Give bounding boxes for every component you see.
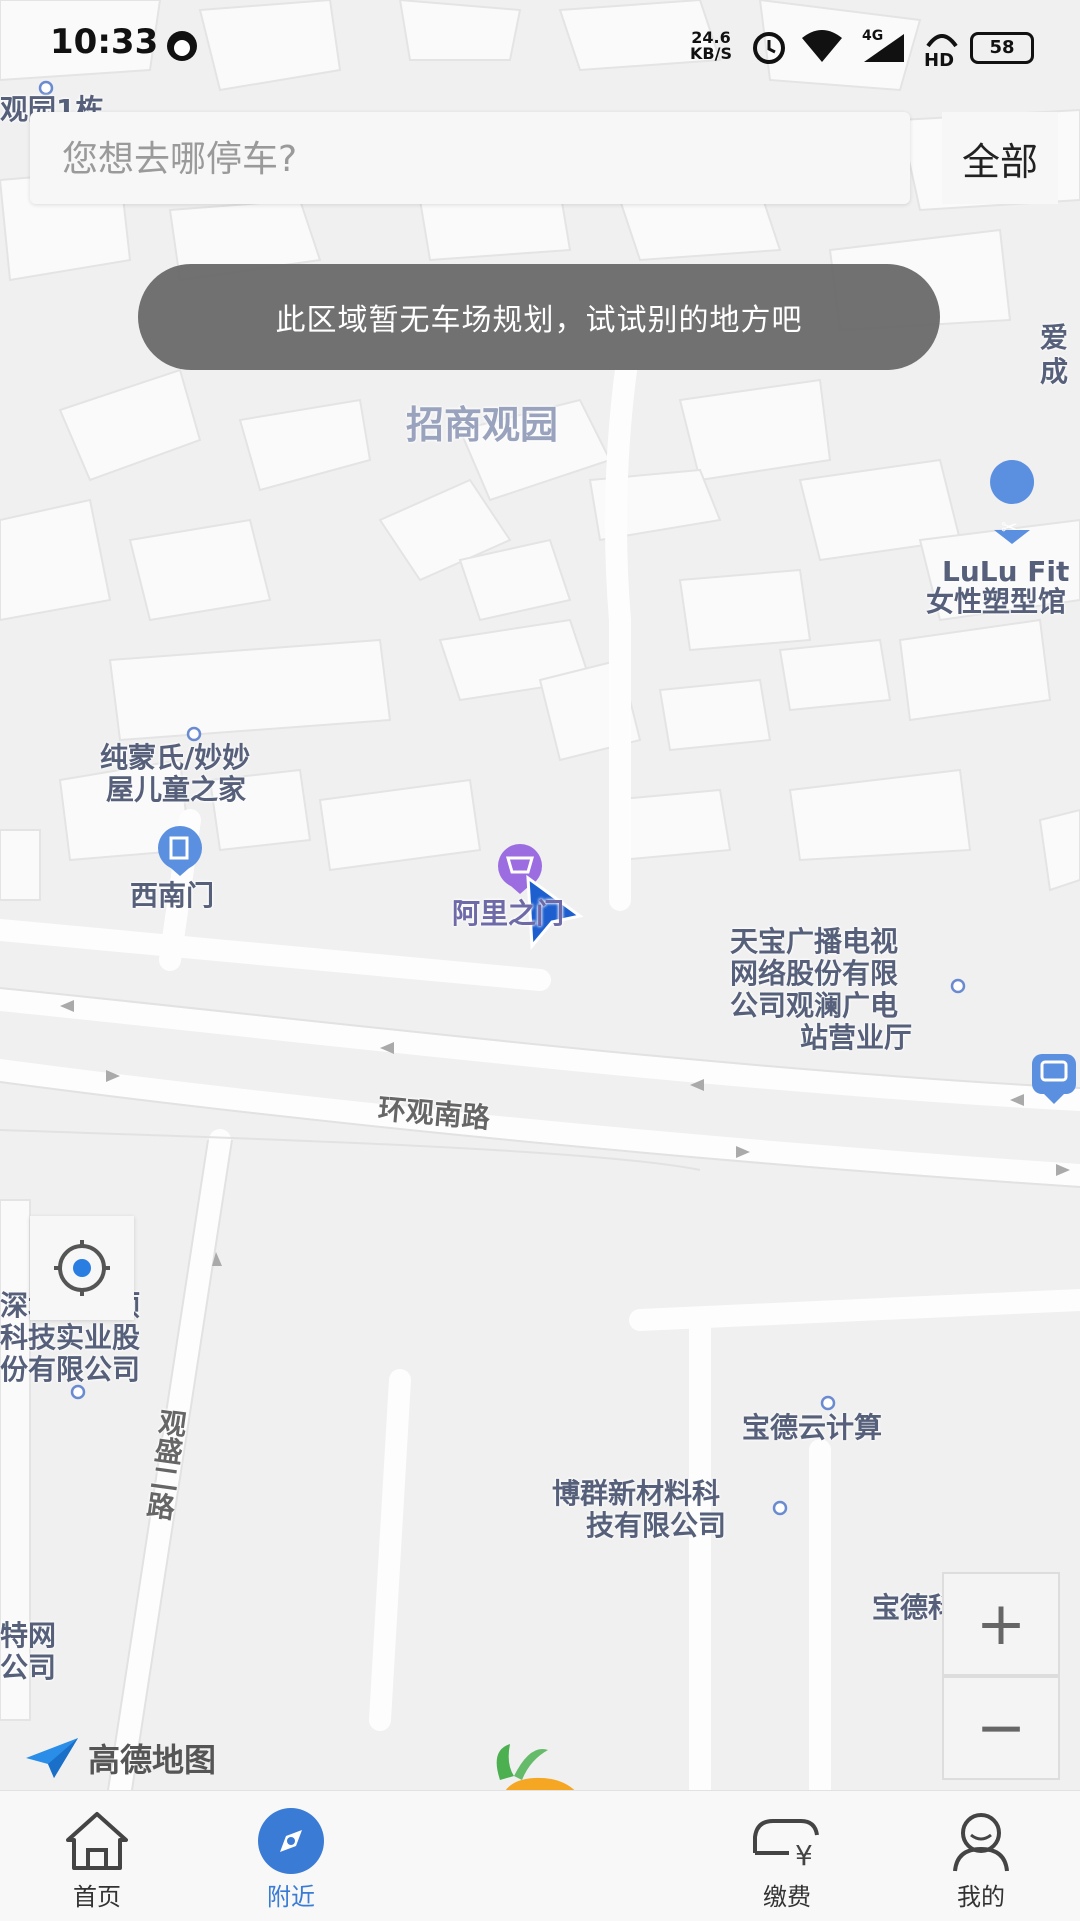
hd-label: HD [924,50,955,71]
svg-text:¥: ¥ [795,1839,813,1869]
map-label-community: 招商观园 [406,403,559,447]
hd-call-icon: HD [924,30,960,71]
nav-profile[interactable]: 我的 [906,1791,1056,1921]
locate-button[interactable] [30,1216,134,1320]
map-attribution: 高德地图 [24,1732,216,1784]
map-label-poi: 爱 [1040,321,1069,354]
nav-label: 缴费 [763,1883,811,1911]
search-input[interactable] [60,112,884,206]
payment-car-icon: ¥ [749,1807,825,1875]
home-icon [62,1807,132,1875]
crosshair-icon [54,1240,110,1296]
search-bar[interactable] [30,112,910,206]
nav-home[interactable]: 首页 [22,1791,172,1921]
toast-message: 此区域暂无车场规划，试试别的地方吧 [138,264,940,370]
map-label-boqun: 博群新材料科 [552,1477,721,1510]
map-label-company: 科技实业股 [0,1321,141,1354]
compass-icon [256,1807,326,1875]
map-label-kids: 纯蒙氏/妙妙 [100,741,251,774]
map-label-poi: 成 [1040,355,1069,388]
nav-label: 我的 [957,1883,1005,1911]
map-label-tianbao: 网络股份有限 [730,957,899,990]
map-label-southwest-gate: 西南门 [130,879,215,912]
network-speed: 24.6 KB/S [690,30,732,62]
nav-label: 首页 [73,1883,121,1911]
map-label-tianbao: 公司观澜广电 [730,989,899,1022]
map-label-tianbao: 站营业厅 [800,1021,913,1054]
notification-icon [164,28,200,68]
map-label-boqun: 技有限公司 [586,1509,727,1542]
map-label-company: 公司 [0,1651,57,1684]
speed-unit: KB/S [690,44,732,63]
status-bar: 10:33 24.6 KB/S 4G HD 58 [0,0,1080,96]
filter-all-button[interactable]: 全部 [942,112,1058,204]
map-label-company: 份有限公司 [0,1353,141,1386]
map-label-tianbao: 天宝广播电视 [730,925,899,958]
amap-logo-icon [26,1738,78,1778]
nav-nearby[interactable]: 附近 [216,1791,366,1921]
bottom-nav: 首页 附近 ¥ 缴费 我的 [0,1790,1080,1921]
alarm-icon [750,28,788,70]
user-icon [949,1807,1013,1875]
map-label-company: 特网 [0,1619,57,1652]
attribution-text: 高德地图 [88,1741,217,1779]
zoom-in-button[interactable]: + [942,1572,1060,1676]
status-time: 10:33 [50,22,159,62]
map-label-kids: 屋儿童之家 [106,773,247,806]
nav-label: 附近 [267,1883,315,1911]
svg-text:✂: ✂ [1001,515,1018,539]
map-label-baode-cloud: 宝德云计算 [742,1411,883,1444]
battery-icon: 58 [970,32,1034,64]
nav-payment[interactable]: ¥ 缴费 [712,1791,862,1921]
map-label-ali-gate: 阿里之门 [452,897,565,930]
battery-level: 58 [989,37,1015,58]
zoom-out-button[interactable]: − [942,1676,1060,1780]
map-label-lulu: LuLu Fit [942,555,1070,588]
wifi-icon [800,28,844,68]
signal-icon [860,30,908,68]
map-label-lulu: 女性塑型馆 [926,585,1067,618]
